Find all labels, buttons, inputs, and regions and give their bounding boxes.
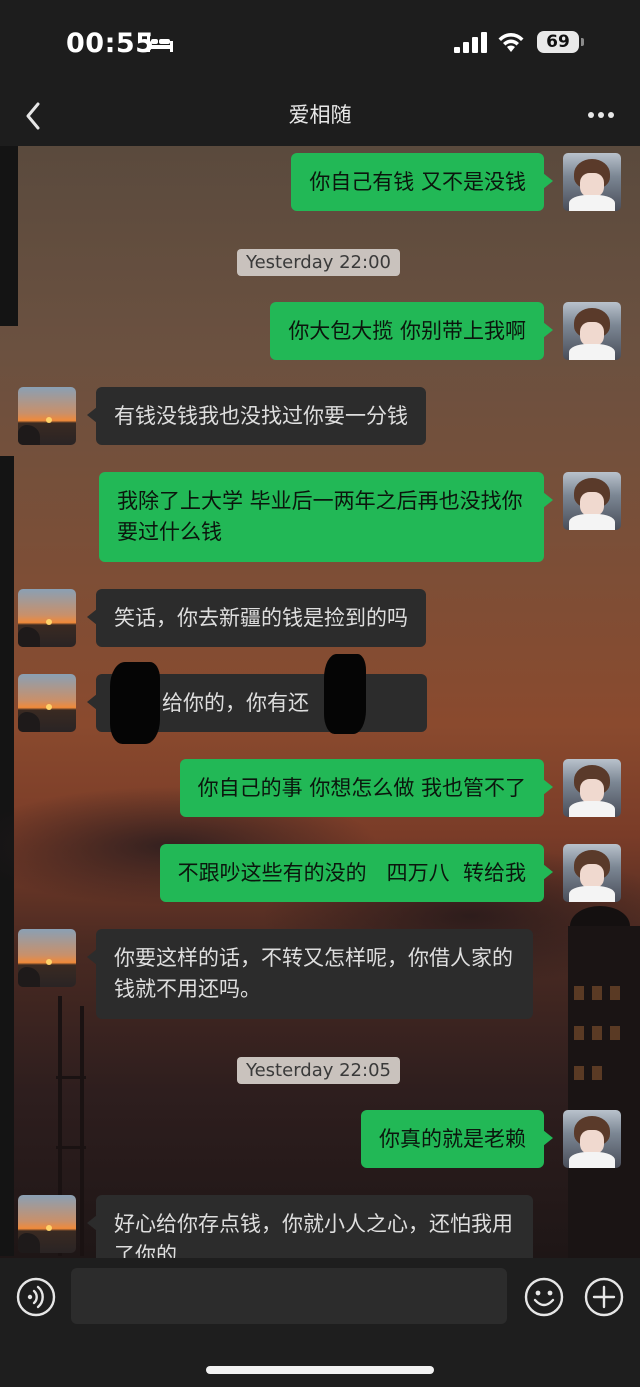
signal-icon — [454, 32, 487, 53]
status-time: 00:55 — [66, 28, 155, 59]
contact-avatar[interactable] — [18, 589, 76, 647]
chat-title: 爱相随 — [288, 103, 352, 127]
battery-tip — [581, 38, 584, 46]
background-tower — [56, 1146, 86, 1149]
my-avatar[interactable] — [563, 759, 621, 817]
my-avatar[interactable] — [563, 153, 621, 211]
message-text: 你真的就是老赖 — [379, 1127, 526, 1151]
plus-icon[interactable] — [584, 1277, 624, 1317]
chat-header: 爱相随 — [0, 86, 640, 146]
contact-avatar[interactable] — [18, 387, 76, 445]
background-tower — [80, 1006, 84, 1256]
ellipsis-icon[interactable] — [586, 100, 616, 130]
my-avatar[interactable] — [563, 302, 621, 360]
status-bar: 00:55 69 — [0, 0, 640, 86]
message-bubble-sent[interactable]: 不跟吵这些有的没的 四万八 转给我 — [159, 844, 554, 902]
my-avatar[interactable] — [563, 844, 621, 902]
contact-avatar[interactable] — [18, 1195, 76, 1253]
message-text: 你自己的事 你想怎么做 我也管不了 — [197, 776, 526, 800]
my-avatar[interactable] — [563, 472, 621, 530]
message-bubble-sent[interactable]: 你真的就是老赖 — [361, 1110, 553, 1168]
contact-avatar[interactable] — [18, 674, 76, 732]
background-building — [0, 146, 18, 326]
redaction-mark — [324, 654, 366, 734]
contact-avatar[interactable] — [18, 929, 76, 987]
voice-icon[interactable] — [16, 1277, 56, 1317]
my-avatar[interactable] — [563, 1110, 621, 1168]
background-building — [568, 926, 640, 1258]
message-bubble-received[interactable]: 有钱没钱我也没找过你要一分钱 — [87, 387, 426, 445]
message-input[interactable] — [71, 1268, 507, 1324]
message-bubble-sent[interactable]: 你自己有钱 又不是没钱 — [291, 153, 553, 211]
redaction-mark — [110, 662, 160, 744]
bed-icon — [147, 36, 173, 52]
message-text: 有钱没钱我也没找过你要一分钱 — [114, 404, 408, 428]
message-text: 你自己有钱 又不是没钱 — [309, 170, 526, 194]
message-text: 你要这样的话，不转又怎样呢，你借人家的钱就不用还吗。 — [114, 946, 513, 1001]
wifi-icon — [498, 33, 524, 52]
message-text: 笑话，你去新疆的钱是捡到的吗 — [114, 606, 408, 630]
message-bubble-received[interactable]: 你要这样的话，不转又怎样呢，你借人家的钱就不用还吗。 — [87, 929, 533, 1019]
message-bubble-sent[interactable]: 你大包大揽 你别带上我啊 — [270, 302, 553, 360]
message-bubble-received[interactable]: 笑话，你去新疆的钱是捡到的吗 — [87, 589, 426, 647]
message-bubble-sent[interactable]: 我除了上大学 毕业后一两年之后再也没找你要过什么钱 — [99, 472, 553, 562]
message-timestamp: Yesterday 22:05 — [237, 1057, 400, 1084]
battery-indicator: 69 — [537, 31, 579, 53]
message-timestamp: Yesterday 22:00 — [237, 249, 400, 276]
message-text: 我除了上大学 毕业后一两年之后再也没找你要过什么钱 — [117, 489, 523, 544]
emoji-icon[interactable] — [524, 1277, 564, 1317]
message-text: 不跟吵这些有的没的 四万八 转给我 — [177, 861, 526, 885]
message-bubble-sent[interactable]: 你自己的事 你想怎么做 我也管不了 — [179, 759, 554, 817]
home-indicator — [206, 1366, 434, 1374]
background-tower — [56, 1076, 86, 1079]
message-text: 你大包大揽 你别带上我啊 — [288, 319, 526, 343]
